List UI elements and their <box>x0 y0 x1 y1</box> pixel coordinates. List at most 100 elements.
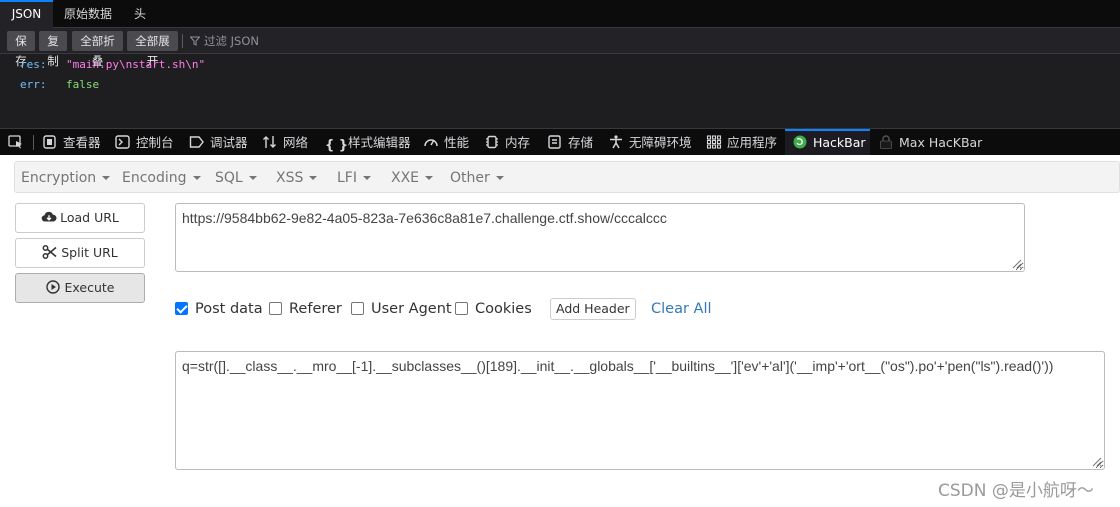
tab-json[interactable]: JSON <box>0 0 53 28</box>
split-url-button[interactable]: Split URL <box>15 238 145 268</box>
url-input[interactable]: https://9584bb62-9e82-4a05-823a-7e636c8a… <box>175 203 1025 272</box>
post-body-value: q=str([].__class__.__mro__[-1].__subclas… <box>182 358 1054 374</box>
button-label: Load URL <box>60 210 119 225</box>
menu-label: SQL <box>215 170 243 186</box>
tab-label: 应用程序 <box>727 135 778 150</box>
tab-inspector[interactable]: 查看器 <box>42 129 101 156</box>
hackbar-icon <box>793 135 807 149</box>
json-rows: res: "main.py\nstart.sh\n" err: false <box>0 55 1120 95</box>
chevron-down-icon <box>425 176 434 180</box>
filter-placeholder: 过滤 JSON <box>204 34 260 48</box>
execute-button[interactable]: Execute <box>15 273 145 303</box>
filter-json-input[interactable]: 过滤 JSON <box>190 31 259 51</box>
checkbox-unchecked-icon[interactable] <box>351 302 364 315</box>
tab-label: 网络 <box>283 135 309 150</box>
chevron-down-icon <box>102 176 111 180</box>
tab-raw-data[interactable]: 原始数据 <box>56 0 120 28</box>
menu-label: XXE <box>391 170 420 186</box>
tab-label: 性能 <box>444 135 470 150</box>
toolbar-divider <box>182 34 183 48</box>
menu-label: Encoding <box>122 170 187 186</box>
expand-all-button[interactable]: 全部展开 <box>127 31 178 68</box>
tab-label: 查看器 <box>63 135 101 150</box>
tab-label: 样式编辑器 <box>348 135 411 150</box>
checkbox-label: Post data <box>195 301 263 317</box>
memory-icon <box>486 135 498 149</box>
element-picker-button[interactable] <box>8 129 29 156</box>
chevron-down-icon <box>362 176 371 180</box>
button-label: Execute <box>64 280 115 295</box>
tab-max-hackbar[interactable]: Max HacKBar <box>878 129 982 156</box>
menu-lfi[interactable]: LFI <box>337 162 371 194</box>
tab-label: 控制台 <box>136 135 174 150</box>
tab-label: 调试器 <box>210 135 248 150</box>
max-hackbar-icon <box>880 135 892 149</box>
post-body-input[interactable]: q=str([].__class__.__mro__[-1].__subclas… <box>175 351 1105 470</box>
copy-button[interactable]: 复制 <box>39 31 67 68</box>
json-row-err[interactable]: err: false <box>0 75 1120 95</box>
element-picker-icon <box>8 135 22 149</box>
watermark: CSDN @是小航呀～ <box>938 481 1094 501</box>
hackbar-menu: Encryption Encoding SQL XSS LFI XXE Othe… <box>14 161 1120 193</box>
save-button[interactable]: 保存 <box>7 31 35 68</box>
user-agent-checkbox[interactable]: User Agent <box>351 301 452 317</box>
scissors-icon <box>42 245 57 259</box>
menu-label: Encryption <box>21 170 97 186</box>
tab-storage[interactable]: 存储 <box>547 129 593 156</box>
chevron-down-icon <box>248 176 257 180</box>
application-icon <box>706 135 722 149</box>
menu-label: XSS <box>276 170 304 186</box>
collapse-all-button[interactable]: 全部折叠 <box>72 31 123 68</box>
filter-icon <box>190 36 200 46</box>
tab-label: Max HacKBar <box>899 135 983 150</box>
tab-label: 存储 <box>568 135 594 150</box>
json-value: false <box>66 78 100 91</box>
performance-icon <box>424 139 438 147</box>
hackbar-panel: Encryption Encoding SQL XSS LFI XXE Othe… <box>0 155 1120 507</box>
json-viewer: JSON 原始数据 头 保存 复制 全部折叠 全部展开 过滤 JSON res:… <box>0 0 1120 128</box>
menu-encryption[interactable]: Encryption <box>21 162 111 194</box>
menu-sql[interactable]: SQL <box>215 162 257 194</box>
menu-xxe[interactable]: XXE <box>391 162 434 194</box>
menu-xss[interactable]: XSS <box>276 162 318 194</box>
tab-performance[interactable]: 性能 <box>423 129 469 156</box>
tab-style-editor[interactable]: { }样式编辑器 <box>325 129 411 156</box>
tab-label: 无障碍环境 <box>629 135 692 150</box>
tab-headers[interactable]: 头 <box>124 0 156 28</box>
load-url-button[interactable]: Load URL <box>15 203 145 233</box>
menu-other[interactable]: Other <box>450 162 504 194</box>
tab-application[interactable]: 应用程序 <box>706 129 777 156</box>
menu-encoding[interactable]: Encoding <box>122 162 201 194</box>
tab-accessibility[interactable]: 无障碍环境 <box>608 129 692 156</box>
json-toolbar: 保存 复制 全部折叠 全部展开 过滤 JSON <box>0 28 1120 68</box>
checkbox-unchecked-icon[interactable] <box>455 302 468 315</box>
resize-grip-icon[interactable] <box>1090 455 1102 467</box>
clear-all-link[interactable]: Clear All <box>651 301 712 317</box>
tab-debugger[interactable]: 调试器 <box>189 129 248 156</box>
chevron-down-icon <box>495 176 504 180</box>
checkbox-unchecked-icon[interactable] <box>269 302 282 315</box>
checkbox-label: Referer <box>289 301 342 317</box>
menu-label: Other <box>450 170 490 186</box>
console-icon <box>115 135 130 149</box>
tab-console[interactable]: 控制台 <box>115 129 174 156</box>
url-value: https://9584bb62-9e82-4a05-823a-7e636c8a… <box>182 210 667 226</box>
json-row-res[interactable]: res: "main.py\nstart.sh\n" <box>0 55 1120 75</box>
tab-network[interactable]: 网络 <box>262 129 308 156</box>
tab-hackbar[interactable]: HackBar <box>785 129 870 156</box>
referer-checkbox[interactable]: Referer <box>269 301 342 317</box>
cookies-checkbox[interactable]: Cookies <box>455 301 532 317</box>
add-header-button[interactable]: Add Header <box>550 298 636 320</box>
checkbox-checked-icon[interactable] <box>175 302 188 315</box>
json-key: err: <box>20 78 47 91</box>
resize-grip-icon[interactable] <box>1010 257 1022 269</box>
post-data-checkbox[interactable]: Post data <box>175 301 263 317</box>
menu-label: LFI <box>337 170 357 186</box>
json-key: res: <box>20 58 47 71</box>
accessibility-icon <box>610 135 622 149</box>
style-editor-icon: { } <box>325 138 349 153</box>
tab-label: 内存 <box>505 135 531 150</box>
tab-label: HackBar <box>813 135 866 150</box>
tab-memory[interactable]: 内存 <box>484 129 530 156</box>
cloud-download-icon <box>41 211 57 222</box>
